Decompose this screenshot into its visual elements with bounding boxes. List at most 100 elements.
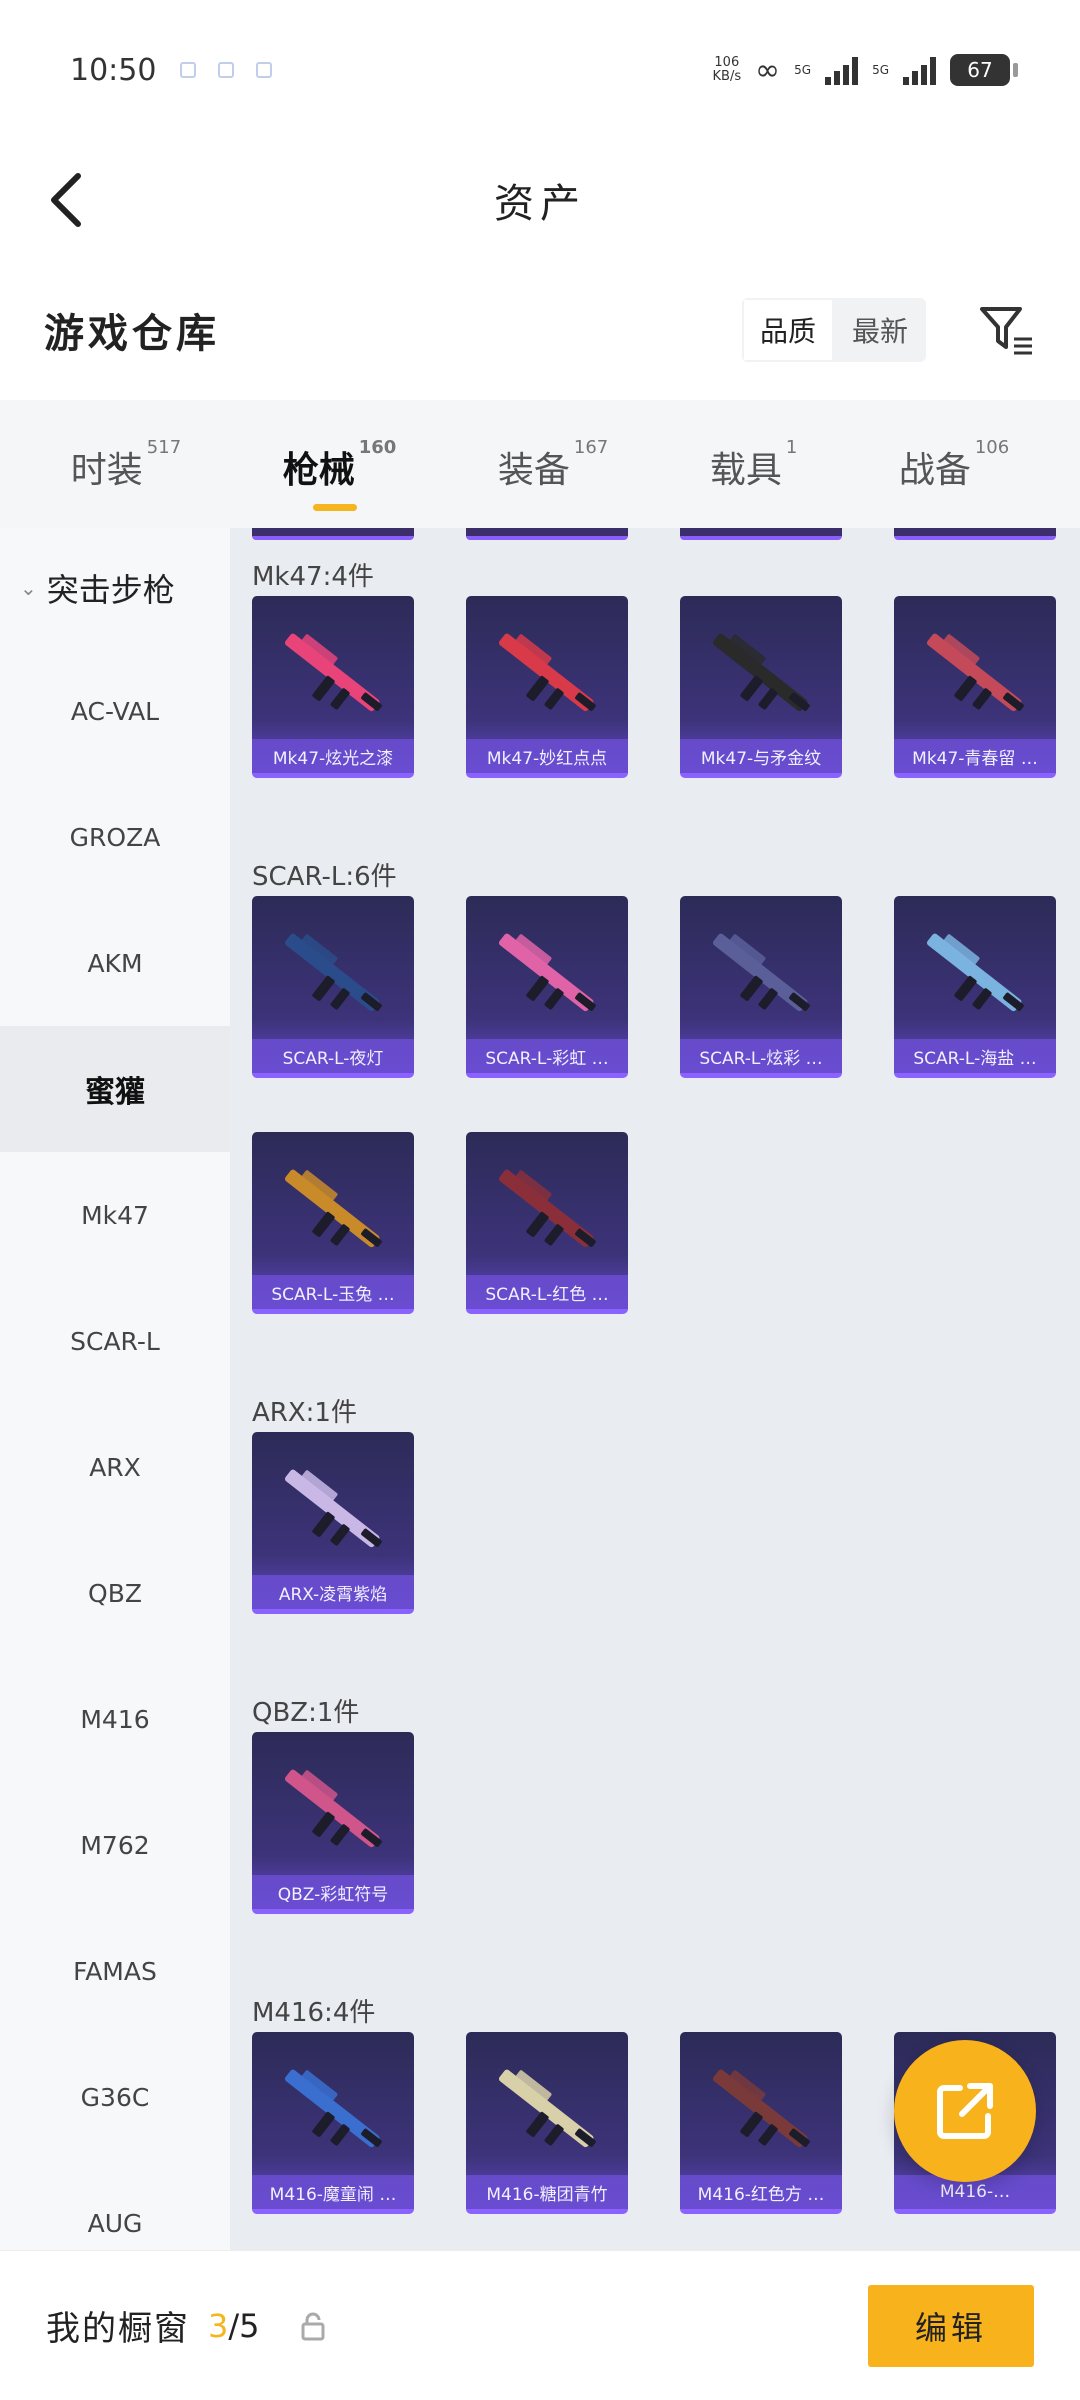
weapon-skin-name: M416-魔童闹 …: [252, 2175, 414, 2209]
section-title: SCAR-L:6件: [252, 862, 397, 892]
notification-icon: [218, 62, 235, 78]
share-button[interactable]: [894, 2040, 1036, 2182]
sidebar-item[interactable]: AUG: [0, 2160, 230, 2250]
showcase-label: 我的橱窗: [46, 2309, 190, 2349]
sidebar-item[interactable]: QBZ: [0, 1530, 230, 1656]
rifle-icon: [712, 633, 810, 712]
section-title: QBZ:1件: [252, 1698, 360, 1728]
weapon-skin-name: Mk47-青春留 …: [894, 739, 1056, 773]
warehouse-title: 游戏仓库: [44, 311, 220, 357]
active-tab-indicator: [312, 504, 357, 511]
link-icon: ∞: [755, 52, 781, 88]
section-title: Mk47:4件: [252, 562, 374, 592]
tab-vehicles[interactable]: 载具 1: [710, 429, 797, 499]
tab-firearms[interactable]: 枪械 160: [283, 429, 396, 511]
page-title: 资产: [494, 181, 586, 227]
weapon-skin-card[interactable]: SCAR-L-夜灯: [252, 896, 414, 1078]
edit-button[interactable]: 编辑: [868, 2284, 1034, 2367]
rifle-icon: [284, 1769, 382, 1848]
sidebar-item[interactable]: ARX: [0, 1404, 230, 1530]
weapon-skin-name: Mk47-与矛金纹: [680, 739, 842, 773]
weapon-skin-card[interactable]: M416-魔童闹 …: [252, 2032, 414, 2214]
section-title: M416:4件: [252, 1998, 376, 2028]
weapon-skin-name: M416-糖团青竹: [466, 2175, 628, 2209]
sidebar-item[interactable]: M762: [0, 1782, 230, 1908]
chevron-down-icon: ⌄: [20, 576, 37, 600]
weapon-skin-card[interactable]: SCAR-L-玉兔 …: [252, 1132, 414, 1314]
tab-equipment[interactable]: 装备 167: [498, 429, 608, 499]
sidebar-item[interactable]: SCAR-L: [0, 1278, 230, 1404]
rifle-icon: [284, 2069, 382, 2148]
sidebar-item[interactable]: GROZA: [0, 774, 230, 900]
sidebar-item[interactable]: G36C: [0, 2034, 230, 2160]
weapon-skin-card[interactable]: M416-糖团青竹: [466, 2032, 628, 2214]
rifle-icon: [498, 1169, 596, 1248]
back-button[interactable]: [36, 170, 96, 230]
weapon-skin-name: SCAR-L-红色 …: [466, 1275, 628, 1309]
network-label: 5G: [872, 63, 889, 77]
sidebar-item[interactable]: AKM: [0, 900, 230, 1026]
weapon-skin-card[interactable]: M416-红色方 …: [680, 2032, 842, 2214]
weapon-skin-card[interactable]: Mk47-与矛金纹: [680, 596, 842, 778]
lock-icon[interactable]: [300, 2311, 326, 2341]
sidebar-item[interactable]: FAMAS: [0, 1908, 230, 2034]
weapon-skin-name: SCAR-L-海盐 …: [894, 1039, 1056, 1073]
card-edge: [894, 528, 1056, 540]
weapon-skin-name: SCAR-L-玉兔 …: [252, 1275, 414, 1309]
rifle-icon: [284, 1469, 382, 1548]
weapon-skin-name: Mk47-妙红点点: [466, 739, 628, 773]
share-external-icon: [937, 2083, 993, 2139]
rifle-icon: [498, 2069, 596, 2148]
rifle-icon: [284, 633, 382, 712]
sort-quality-button[interactable]: 品质: [742, 298, 834, 362]
weapon-skin-name: SCAR-L-夜灯: [252, 1039, 414, 1073]
filter-icon[interactable]: [978, 301, 1036, 359]
showcase-bar: 我的橱窗 3/5 编辑: [0, 2250, 1080, 2400]
weapon-skin-card[interactable]: SCAR-L-彩虹 …: [466, 896, 628, 1078]
warehouse-header: 游戏仓库 品质 最新: [0, 260, 1080, 400]
weapon-grid: Mk47:4件 Mk47-炫光之漆 Mk47-妙红点点 Mk47-与矛金纹 Mk47-青…: [230, 528, 1080, 2250]
sort-newest-button[interactable]: 最新: [834, 298, 926, 362]
weapon-skin-card[interactable]: SCAR-L-红色 …: [466, 1132, 628, 1314]
rifle-icon: [284, 1169, 382, 1248]
network-label: 5G: [794, 63, 812, 77]
weapon-skin-card[interactable]: SCAR-L-炫彩 …: [680, 896, 842, 1078]
notification-icon: [256, 62, 273, 78]
weapon-skin-card[interactable]: QBZ-彩虹符号: [252, 1732, 414, 1914]
sidebar-item[interactable]: AC-VAL: [0, 648, 230, 774]
rifle-icon: [926, 933, 1024, 1012]
status-bar: 10:50 106 KB/s ∞ 5G 5G 67: [0, 0, 1080, 140]
signal-icon: [825, 55, 859, 85]
category-tabs: 时装 517 枪械 160 装备 167 载具 1 战备 106: [0, 400, 1080, 528]
tab-fashion[interactable]: 时装 517: [71, 429, 181, 499]
sidebar-item[interactable]: 蜜獾: [0, 1026, 230, 1152]
sidebar-item[interactable]: Mk47: [0, 1152, 230, 1278]
rifle-icon: [498, 633, 596, 712]
sidebar-group-assault-rifles[interactable]: ⌄ 突击步枪: [0, 528, 230, 648]
rifle-icon: [284, 933, 382, 1012]
battery-level: 67: [967, 58, 993, 82]
chevron-left-icon: [51, 173, 81, 227]
sidebar-item[interactable]: M416: [0, 1656, 230, 1782]
weapon-type-sidebar: ⌄ 突击步枪 AC-VAL GROZA AKM 蜜獾 Mk47 SCAR-L ARX QBZ M…: [0, 528, 230, 2250]
rifle-icon: [926, 633, 1024, 712]
weapon-skin-name: SCAR-L-彩虹 …: [466, 1039, 628, 1073]
weapon-skin-card[interactable]: Mk47-炫光之漆: [252, 596, 414, 778]
weapon-skin-name: Mk47-炫光之漆: [252, 739, 414, 773]
net-speed: 106 KB/s: [712, 55, 742, 84]
weapon-skin-card[interactable]: Mk47-青春留 …: [894, 596, 1056, 778]
weapon-skin-card[interactable]: ARX-凌霄紫焰: [252, 1432, 414, 1614]
notification-icons: [180, 62, 273, 78]
rifle-icon: [712, 2069, 810, 2148]
notification-icon: [180, 62, 197, 78]
signal-icon: [903, 55, 936, 85]
weapon-skin-name: SCAR-L-炫彩 …: [680, 1039, 842, 1073]
showcase-count: 3/5: [208, 2306, 260, 2345]
weapon-skin-name: ARX-凌霄紫焰: [252, 1575, 414, 1609]
tab-battle-prep[interactable]: 战备 106: [899, 429, 1009, 499]
weapon-skin-card[interactable]: Mk47-妙红点点: [466, 596, 628, 778]
sort-toggle: 品质 最新: [742, 298, 926, 362]
top-bar: 资产: [0, 140, 1080, 260]
weapon-skin-name: QBZ-彩虹符号: [252, 1875, 414, 1909]
weapon-skin-card[interactable]: SCAR-L-海盐 …: [894, 896, 1056, 1078]
